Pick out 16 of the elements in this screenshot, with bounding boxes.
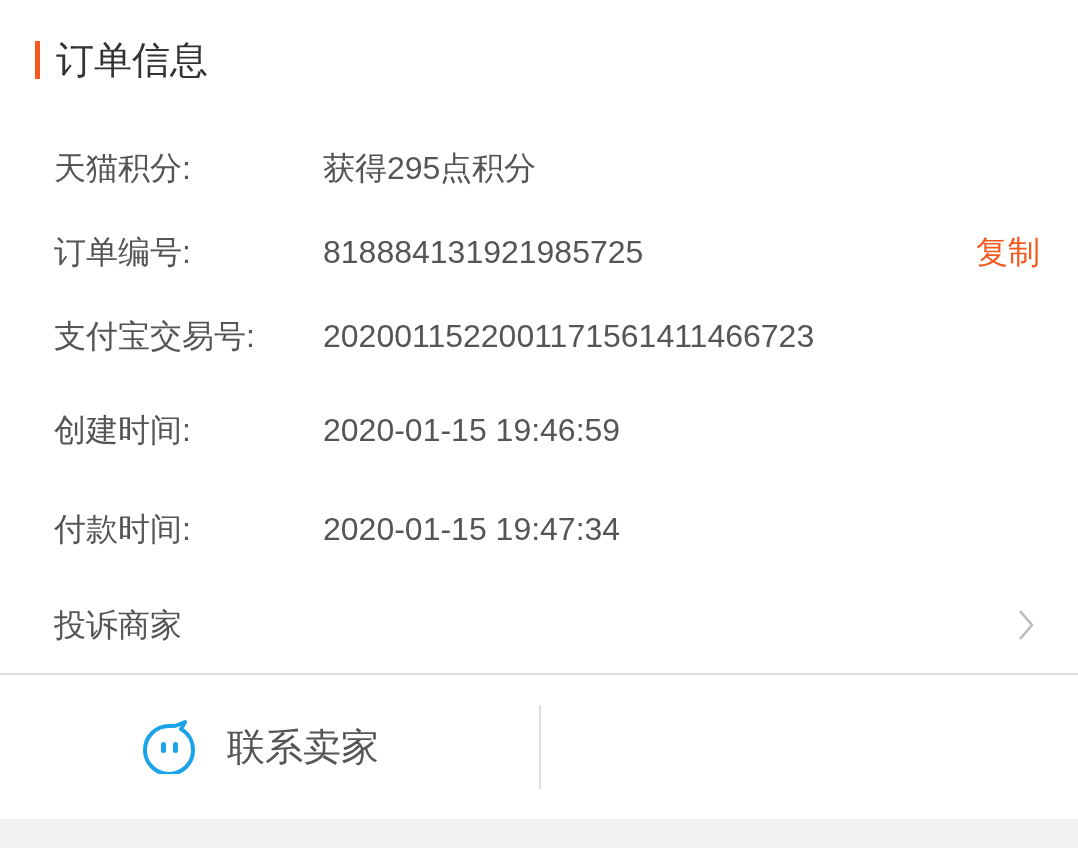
accent-bar: [35, 41, 40, 79]
info-label: 订单编号:: [54, 233, 192, 272]
chevron-right-icon: [1018, 609, 1034, 641]
info-value: 2020-01-15 19:46:59: [323, 410, 622, 450]
info-label: 天猫积分:: [54, 149, 192, 188]
info-label: 付款时间:: [54, 510, 192, 549]
complaint-row[interactable]: 投诉商家: [0, 577, 1078, 675]
info-value: 2020011522001171561411466723: [323, 317, 816, 356]
info-label: 创建时间:: [54, 410, 192, 450]
section-title: 订单信息: [56, 37, 208, 83]
info-value: 获得295点积分: [323, 149, 538, 188]
info-value: 2020-01-15 19:47:34: [323, 510, 622, 549]
chat-face-icon: [140, 720, 197, 774]
info-value: 818884131921985725: [323, 233, 645, 272]
info-label: 支付宝交易号:: [54, 317, 256, 356]
contact-seller-button[interactable]: 联系卖家: [140, 718, 379, 776]
